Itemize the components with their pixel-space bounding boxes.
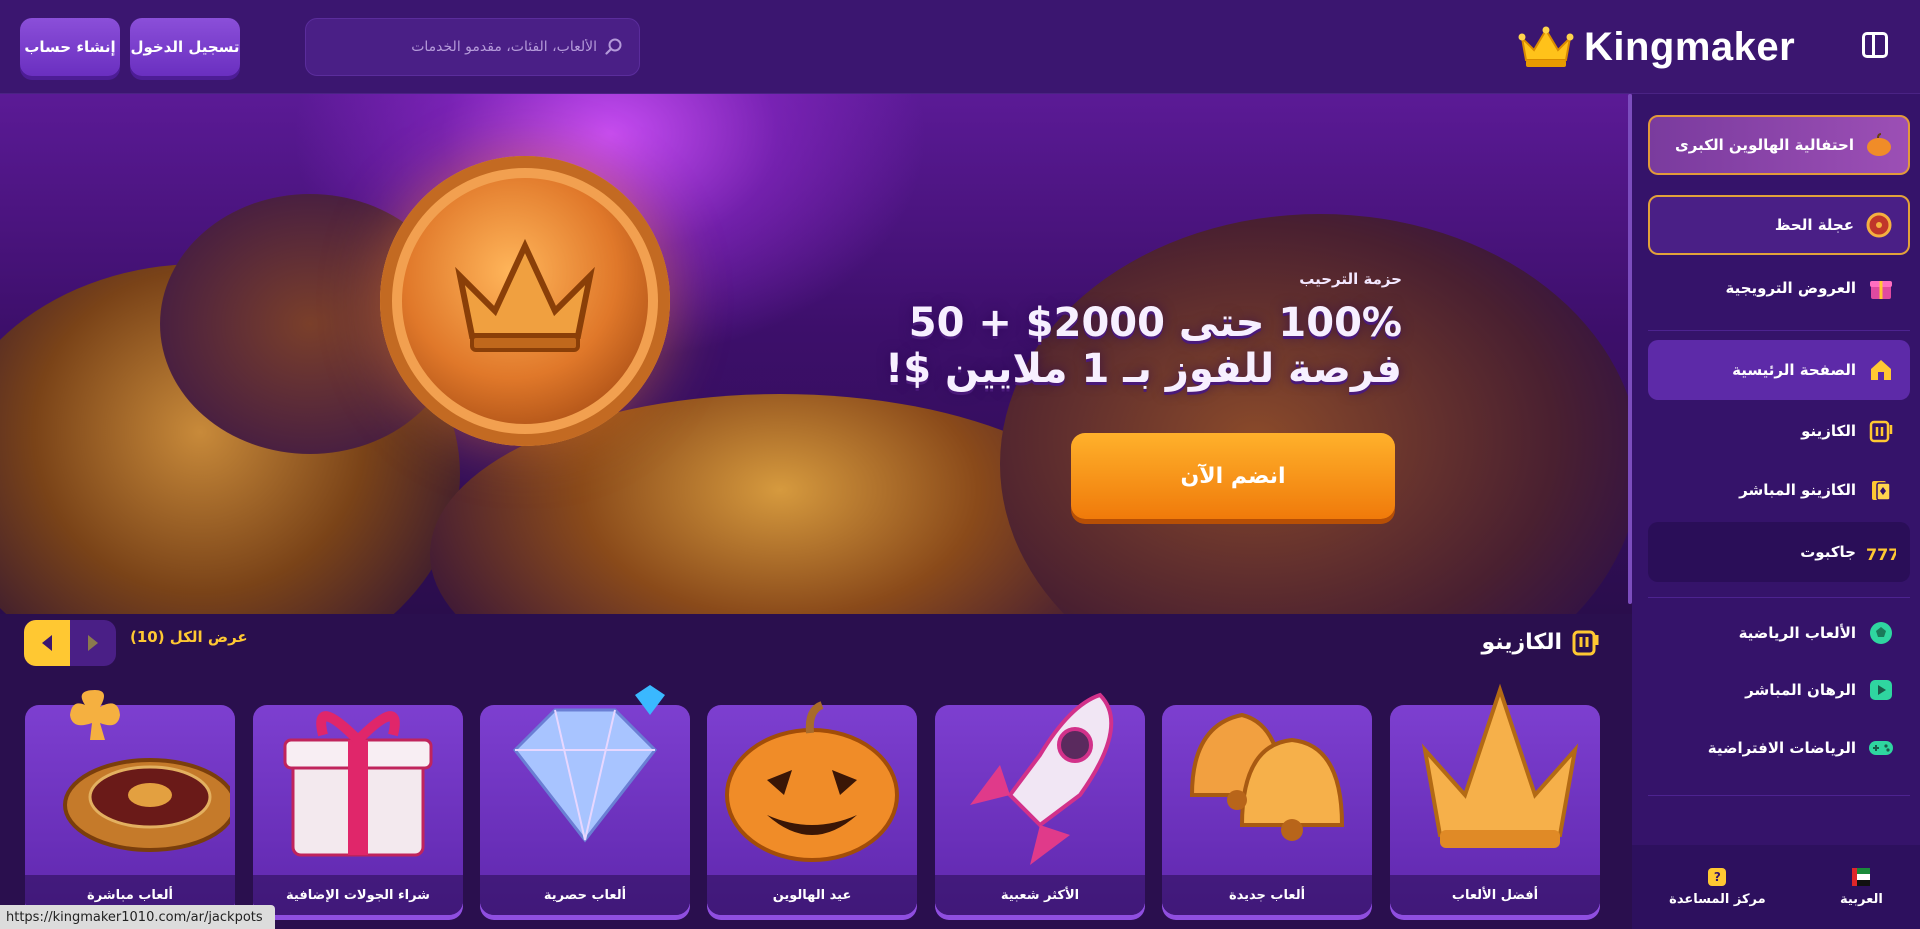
sidebar-item-label: الكازينو المباشر bbox=[1739, 481, 1856, 499]
play-icon bbox=[1866, 675, 1896, 705]
gift-icon bbox=[283, 711, 433, 857]
category-card-exclusive[interactable]: ألعاب حصرية bbox=[480, 685, 690, 915]
sidebar-item-virtual-sports[interactable]: الرياضات الافتراضية bbox=[1648, 718, 1910, 778]
category-card-new-games[interactable]: ألعاب جديدة bbox=[1162, 705, 1372, 915]
language-selector[interactable]: العربية bbox=[1839, 867, 1883, 907]
sidebar-item-promotions[interactable]: العروض الترويجية bbox=[1648, 258, 1910, 318]
login-button[interactable]: تسجيل الدخول bbox=[130, 18, 240, 76]
category-card-bonus-buy[interactable]: شراء الجولات الإضافية bbox=[253, 705, 463, 915]
gamepad-icon bbox=[1866, 733, 1896, 763]
sidebar-item-label: الرهان المباشر bbox=[1745, 681, 1856, 699]
top-header: إنشاء حساب تسجيل الدخول Kingmaker bbox=[0, 0, 1920, 94]
sidebar-item-label: جاكبوت bbox=[1800, 543, 1856, 561]
hero-kicker: حزمة الترحيب bbox=[1299, 270, 1402, 288]
brand-name: Kingmaker bbox=[1584, 24, 1796, 69]
pumpkin-icon bbox=[725, 701, 899, 862]
sidebar-item-home[interactable]: الصفحة الرئيسية bbox=[1648, 340, 1910, 400]
chevron-right-icon bbox=[88, 635, 98, 651]
category-card-live-games[interactable]: ألعاب مباشرة bbox=[25, 690, 235, 915]
slot-machine-icon bbox=[1866, 416, 1896, 446]
chevron-left-icon bbox=[42, 635, 52, 651]
diamond-icon bbox=[513, 685, 665, 843]
sidebar-item-label: الكازينو bbox=[1801, 422, 1856, 440]
card-label: الأكثر شعبية bbox=[935, 875, 1145, 915]
sidebar-item-jackpot[interactable]: جاكبوت 777 bbox=[1648, 522, 1910, 582]
sidebar-item-label: العروض الترويجية bbox=[1725, 279, 1856, 297]
sidebar-scrollbar[interactable] bbox=[1628, 94, 1632, 604]
carousel-prev-button[interactable] bbox=[24, 620, 70, 666]
hero-banner: حزمة الترحيب 100% حتى 2000$ + 50 فرصة لل… bbox=[0, 94, 1632, 614]
sidebar-toggle-icon[interactable] bbox=[1862, 32, 1888, 58]
card-label: عيد الهالوين bbox=[707, 875, 917, 915]
slot-machine-icon bbox=[1572, 630, 1599, 656]
crown-coin-image bbox=[380, 156, 670, 446]
jackpot-777-icon: 777 bbox=[1866, 537, 1896, 567]
sidebar-item-label: عجلة الحظ bbox=[1774, 216, 1854, 234]
pumpkin-icon bbox=[1864, 130, 1894, 160]
casino-section-label: الكازينو bbox=[1481, 629, 1562, 655]
brand-logo[interactable]: Kingmaker bbox=[1518, 18, 1795, 76]
sidebar-item-label: احتفالية الهالوين الكبرى bbox=[1675, 136, 1854, 154]
casino-section-title: الكازينو bbox=[1480, 622, 1600, 662]
sidebar-item-halloween[interactable]: احتفالية الهالوين الكبرى bbox=[1648, 115, 1910, 175]
see-all-link[interactable]: عرض الكل (10) bbox=[130, 628, 248, 646]
sidebar-divider bbox=[1648, 597, 1910, 598]
sidebar-item-live-betting[interactable]: الرهان المباشر bbox=[1648, 660, 1910, 720]
uae-flag-icon bbox=[1852, 867, 1871, 886]
sidebar-item-label: الرياضات الافتراضية bbox=[1707, 739, 1856, 757]
crown-icon bbox=[1518, 26, 1574, 67]
roulette-icon bbox=[63, 690, 230, 852]
create-account-button[interactable]: إنشاء حساب bbox=[20, 18, 120, 76]
sidebar-item-live-casino[interactable]: الكازينو المباشر bbox=[1648, 460, 1910, 520]
search-box[interactable] bbox=[305, 18, 640, 76]
sidebar-divider bbox=[1648, 330, 1910, 331]
home-icon bbox=[1866, 355, 1896, 385]
help-center-button[interactable]: ? مركز المساعدة bbox=[1669, 867, 1766, 907]
sidebar-item-label: الصفحة الرئيسية bbox=[1732, 361, 1856, 379]
bell-icon bbox=[1189, 712, 1345, 841]
sidebar-divider bbox=[1648, 795, 1910, 796]
card-label: ألعاب جديدة bbox=[1162, 875, 1372, 915]
category-card-top-games[interactable]: أفضل الألعاب bbox=[1390, 683, 1600, 915]
status-bar-url: https://kingmaker1010.com/ar/jackpots bbox=[0, 905, 275, 929]
rocket-icon bbox=[970, 692, 1114, 865]
search-icon bbox=[605, 38, 622, 55]
soccer-ball-icon bbox=[1866, 618, 1896, 648]
wheel-icon bbox=[1864, 210, 1894, 240]
carousel-arrows bbox=[24, 620, 116, 666]
sidebar-item-casino[interactable]: الكازينو bbox=[1648, 401, 1910, 461]
card-label: أفضل الألعاب bbox=[1390, 875, 1600, 915]
svg-text:777: 777 bbox=[1866, 545, 1896, 564]
search-input[interactable] bbox=[337, 39, 597, 55]
category-card-halloween[interactable]: عيد الهالوين bbox=[707, 701, 917, 915]
help-icon: ? bbox=[1708, 867, 1727, 886]
hero-title-line1: 100% حتى 2000$ + 50 bbox=[908, 300, 1402, 346]
join-now-button[interactable]: انضم الآن bbox=[1071, 433, 1395, 519]
cards-icon bbox=[1866, 475, 1896, 505]
language-label: العربية bbox=[1839, 891, 1883, 907]
sidebar-footer: ? مركز المساعدة العربية bbox=[1632, 845, 1920, 929]
gift-icon bbox=[1866, 273, 1896, 303]
card-label: ألعاب حصرية bbox=[480, 875, 690, 915]
sidebar-item-label: الألعاب الرياضية bbox=[1738, 624, 1856, 642]
sidebar-item-wheel[interactable]: عجلة الحظ bbox=[1648, 195, 1910, 255]
hero-title-line2: فرصة للفوز بـ 1 ملايين $! bbox=[885, 346, 1402, 392]
carousel-next-button[interactable] bbox=[70, 620, 116, 666]
hero-text-block: حزمة الترحيب 100% حتى 2000$ + 50 فرصة لل… bbox=[782, 270, 1402, 392]
help-center-label: مركز المساعدة bbox=[1669, 891, 1766, 907]
category-card-popular[interactable]: الأكثر شعبية bbox=[935, 692, 1145, 915]
sidebar-item-sports[interactable]: الألعاب الرياضية bbox=[1648, 603, 1910, 663]
card-label: شراء الجولات الإضافية bbox=[253, 875, 463, 915]
crown-icon bbox=[455, 238, 595, 352]
crown-icon bbox=[1421, 683, 1579, 848]
